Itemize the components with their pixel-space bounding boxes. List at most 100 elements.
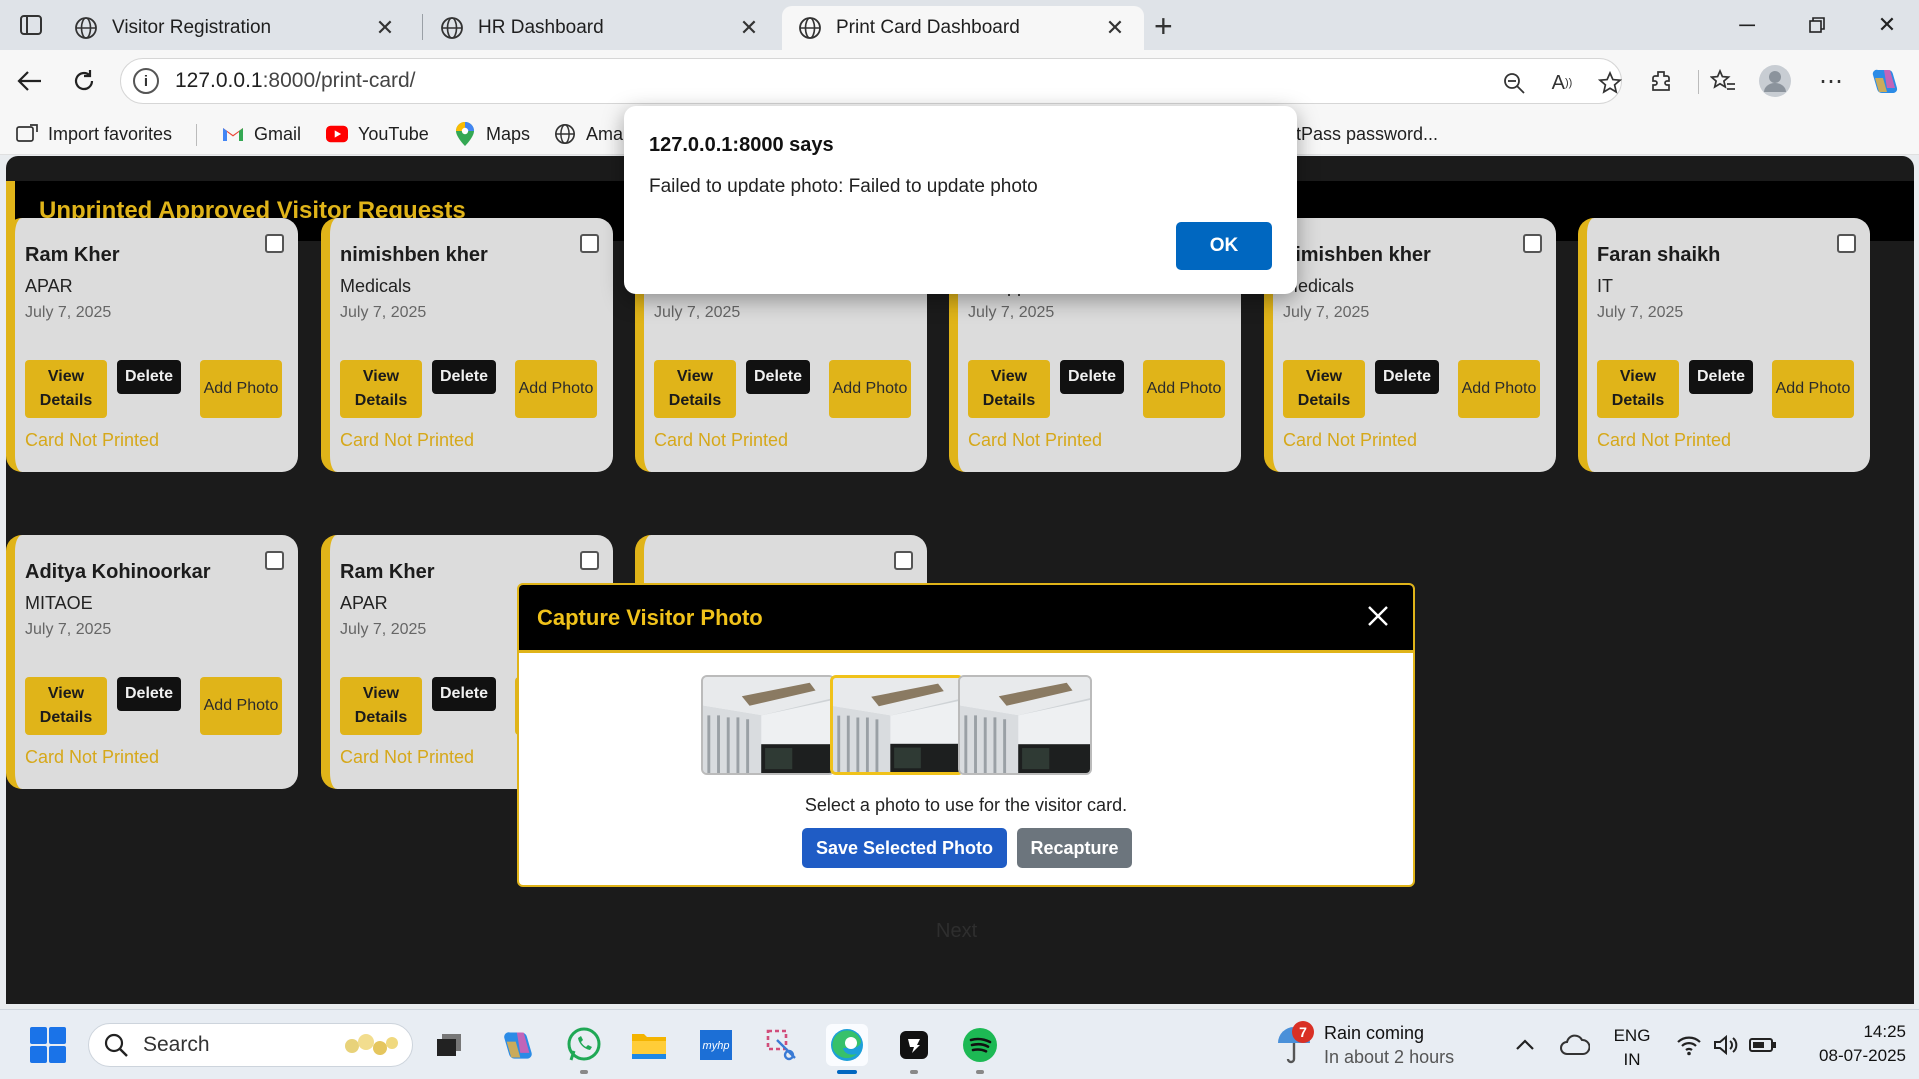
weather-widget[interactable]: 7 Rain coming In about 2 hours [1276,1021,1455,1068]
snipping-tool-icon[interactable] [761,1024,803,1066]
select-checkbox[interactable] [580,234,599,253]
add-photo-button[interactable]: Add Photo [1143,360,1225,418]
view-details-button[interactable]: View Details [25,677,107,735]
delete-button[interactable]: Delete [432,677,496,711]
save-selected-photo-button[interactable]: Save Selected Photo [802,828,1007,868]
new-tab-icon[interactable]: + [1154,8,1173,45]
close-tab-icon[interactable]: ✕ [736,15,762,41]
whatsapp-icon[interactable] [563,1024,605,1066]
umbrella-icon: 7 [1276,1021,1316,1065]
address-bar[interactable]: i 127.0.0.1:8000/print-card/ A)) [120,58,1622,104]
read-aloud-icon[interactable]: A)) [1547,69,1577,97]
select-checkbox[interactable] [1523,234,1542,253]
fav-amazon[interactable]: Ama [554,120,623,148]
windows-start-icon[interactable] [30,1027,66,1063]
select-checkbox[interactable] [580,551,599,570]
favorite-star-icon[interactable] [1595,69,1625,97]
fav-maps[interactable]: Maps [454,120,530,148]
favorites-icon[interactable] [1706,66,1740,96]
more-menu-icon[interactable]: ⋯ [1814,66,1848,96]
delete-button[interactable]: Delete [1689,360,1753,394]
delete-button[interactable]: Delete [432,360,496,394]
select-checkbox[interactable] [265,234,284,253]
delete-button[interactable]: Delete [1375,360,1439,394]
delete-button[interactable]: Delete [117,360,181,394]
sidebar-toggle-icon[interactable] [14,10,48,40]
visitor-name: Aditya Kohinoorkar [25,561,211,583]
add-photo-button[interactable]: Add Photo [1772,360,1854,418]
language-indicator[interactable]: ENG IN [1610,1024,1654,1072]
fav-gmail[interactable]: Gmail [222,120,301,148]
select-checkbox[interactable] [894,551,913,570]
close-icon[interactable] [1361,599,1395,633]
import-favorites-link[interactable]: Import favorites [16,120,172,148]
restore-icon[interactable] [1792,10,1842,40]
select-checkbox[interactable] [265,551,284,570]
view-details-button[interactable]: View Details [968,360,1050,418]
spotify-icon[interactable] [959,1024,1001,1066]
region-code: IN [1623,1050,1641,1069]
view-details-button[interactable]: View Details [340,360,422,418]
taskbar-search[interactable]: Search [88,1023,413,1067]
file-explorer-icon[interactable] [628,1024,670,1066]
tab-hr-dashboard[interactable]: HR Dashboard ✕ [424,6,778,50]
visitor-card: Ram Kher APAR July 7, 2025 View Details Dele… [6,218,298,472]
view-details-button[interactable]: View Details [1597,360,1679,418]
copilot-app-icon[interactable] [497,1024,539,1066]
captured-photo-option[interactable] [958,675,1092,775]
view-details-button[interactable]: View Details [1283,360,1365,418]
wifi-icon[interactable] [1668,1024,1710,1066]
add-photo-button[interactable]: Add Photo [515,360,597,418]
tab-visitor-registration[interactable]: Visitor Registration ✕ [58,6,414,50]
captured-photo-option[interactable] [830,675,964,775]
close-tab-icon[interactable]: ✕ [1102,15,1128,41]
card-status: Card Not Printed [340,747,475,767]
select-checkbox[interactable] [1837,234,1856,253]
fav-password[interactable]: tPass password... [1296,120,1438,148]
add-photo-button[interactable]: Add Photo [1458,360,1540,418]
fav-divider [196,124,197,146]
next-button[interactable]: Next [936,920,977,943]
toolbar-divider [1698,70,1699,94]
visitor-name: nimishben kher [1283,244,1431,266]
weather-subtitle: In about 2 hours [1324,1047,1455,1067]
view-details-button[interactable]: View Details [340,677,422,735]
myhp-icon[interactable]: myhp [695,1024,737,1066]
tab-title: Print Card Dashboard [836,17,1020,38]
view-details-button[interactable]: View Details [654,360,736,418]
task-view-icon[interactable] [428,1024,470,1066]
add-photo-button[interactable]: Add Photo [200,677,282,735]
add-photo-button[interactable]: Add Photo [829,360,911,418]
zoom-icon[interactable] [1499,69,1529,97]
battery-icon[interactable] [1742,1024,1784,1066]
site-info-icon[interactable]: i [133,68,159,94]
delete-button[interactable]: Delete [746,360,810,394]
captured-photo-option[interactable] [701,675,835,775]
delete-button[interactable]: Delete [1060,360,1124,394]
ok-button[interactable]: OK [1176,222,1272,270]
add-photo-button[interactable]: Add Photo [200,360,282,418]
tab-print-card-dashboard[interactable]: Print Card Dashboard ✕ [782,6,1144,50]
close-window-icon[interactable]: ✕ [1862,10,1912,40]
edge-icon[interactable] [826,1024,868,1066]
close-tab-icon[interactable]: ✕ [372,15,398,41]
onedrive-cloud-icon[interactable] [1554,1024,1596,1066]
weather-badge: 7 [1292,1021,1314,1043]
terminal-app-icon[interactable] [893,1024,935,1066]
chevron-up-icon[interactable] [1504,1024,1546,1066]
back-arrow-icon[interactable] [12,64,48,98]
view-details-button[interactable]: View Details [25,360,107,418]
visitor-department: IT [1597,276,1613,296]
modal-title: Capture Visitor Photo [537,605,763,630]
minimize-icon[interactable]: ─ [1722,10,1772,40]
recapture-button[interactable]: Recapture [1017,828,1132,868]
profile-avatar[interactable] [1758,65,1792,97]
clock[interactable]: 14:25 08-07-2025 [1786,1020,1906,1068]
visitor-department: Medicals [340,276,412,296]
copilot-icon[interactable] [1868,66,1902,96]
delete-button[interactable]: Delete [117,677,181,711]
refresh-icon[interactable] [66,64,102,98]
extensions-icon[interactable] [1644,66,1678,96]
fav-youtube[interactable]: YouTube [326,120,429,148]
clock-time: 14:25 [1863,1022,1906,1041]
